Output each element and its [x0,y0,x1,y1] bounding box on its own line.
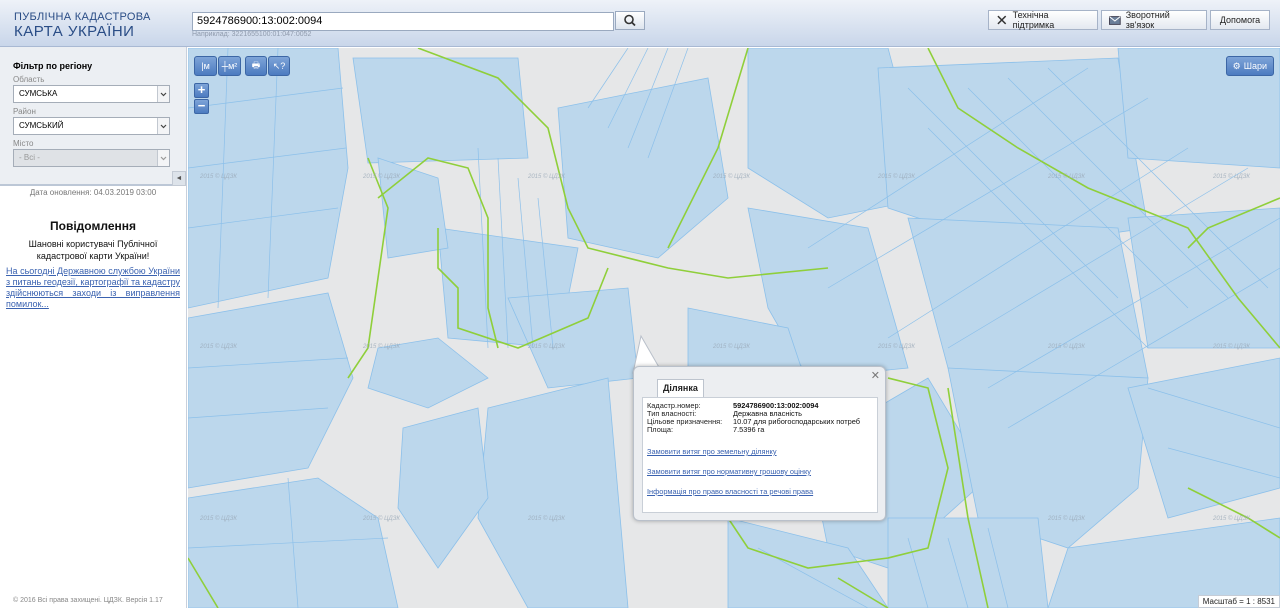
info-row: Площа: 7.5396 га [647,426,873,434]
search-input[interactable] [192,11,614,31]
zoom-in-button[interactable]: + [194,83,209,98]
svg-text:2015 © ЦДЗК: 2015 © ЦДЗК [1212,173,1250,180]
layers-button[interactable]: ⚙ Шари [1225,56,1274,76]
map-parcels: 2015 © ЦДЗК 2015 © ЦДЗК 2015 © ЦДЗК 2015 ©… [188,48,1280,608]
measure-area-button[interactable]: ┼ᴍ² [218,56,241,76]
parcel-info: Кадастр.номер: 5924786900:13:002:0094 Ти… [642,397,878,513]
region-filter: Фільтр по регіону Область СУМСЬКА Район … [0,47,186,186]
svg-text:2015 © ЦДЗК: 2015 © ЦДЗК [1212,515,1250,522]
tab-parcel[interactable]: Ділянка [657,379,704,397]
oblast-select[interactable]: СУМСЬКА [13,85,170,103]
envelope-icon [1109,15,1121,25]
feedback-label: Зворотний зв'язок [1125,10,1170,30]
order-extract-link[interactable]: Замовити витяг про земельну ділянку [647,447,873,456]
raion-label: Район [13,107,36,116]
zoom-out-button[interactable]: − [194,99,209,114]
ownership-info-link[interactable]: Інформація про право власності та речові… [647,487,873,496]
oblast-label: Область [13,75,45,84]
svg-text:2015 © ЦДЗК: 2015 © ЦДЗК [199,515,237,522]
raion-select[interactable]: СУМСЬКИЙ [13,117,170,135]
printer-icon: 🖶 [251,60,261,70]
svg-text:2015 © ЦДЗК: 2015 © ЦДЗК [1047,343,1085,350]
update-date: Дата оновлення: 04.03.2019 03:00 [29,188,157,197]
search-bar [192,11,645,31]
measure-length-button[interactable]: |ᴍ [194,56,217,76]
notice-text: Шановні користувачі Публічної кадастрово… [28,239,158,261]
city-label: Місто [13,139,34,148]
identify-button[interactable]: ↖? [268,56,290,76]
gear-icon: ⚙ [1232,60,1241,71]
layers-label: Шари [1243,61,1267,71]
logo-line2: КАРТА УКРАЇНИ [14,23,135,40]
collapse-sidebar-button[interactable]: ◄ [172,171,186,186]
svg-text:2015 © ЦДЗК: 2015 © ЦДЗК [362,515,400,522]
city-select[interactable]: - Всі - [13,149,170,167]
header: ПУБЛІЧНА КАДАСТРОВА КАРТА УКРАЇНИ Наприк… [0,0,1280,47]
area-icon: ┼ᴍ² [221,61,238,71]
svg-text:2015 © ЦДЗК: 2015 © ЦДЗК [199,173,237,180]
support-label: Технічна підтримка [1012,10,1055,30]
help-label: Допомога [1219,15,1261,25]
notice-link[interactable]: На сьогодні Державною службою України з … [6,266,180,310]
svg-text:2015 © ЦДЗК: 2015 © ЦДЗК [877,173,915,180]
print-button[interactable]: 🖶 [245,56,267,76]
feedback-button[interactable]: Зворотний зв'язок [1101,10,1207,30]
logo-line1: ПУБЛІЧНА КАДАСТРОВА [14,11,151,23]
notice-title: Повідомлення [50,219,136,233]
help-button[interactable]: Допомога [1210,10,1270,30]
scale-indicator: Масштаб = 1 : 8531 [1197,595,1280,608]
svg-text:2015 © ЦДЗК: 2015 © ЦДЗК [1047,515,1085,522]
close-icon[interactable]: ✕ [871,369,880,382]
svg-text:2015 © ЦДЗК: 2015 © ЦДЗК [527,515,565,522]
svg-text:2015 © ЦДЗК: 2015 © ЦДЗК [527,343,565,350]
oblast-value: СУМСЬКА [19,89,58,98]
support-button[interactable]: Технічна підтримка [988,10,1098,30]
svg-text:2015 © ЦДЗК: 2015 © ЦДЗК [1212,343,1250,350]
pointer-question-icon: ↖? [272,60,286,71]
chevron-down-icon [157,118,169,134]
svg-text:2015 © ЦДЗК: 2015 © ЦДЗК [877,343,915,350]
chevron-down-icon [157,86,169,102]
chevron-down-icon [157,150,169,166]
order-valuation-link[interactable]: Замовити витяг про нормативну грошову оц… [647,467,873,476]
filter-title: Фільтр по регіону [13,61,93,71]
site-logo[interactable]: ПУБЛІЧНА КАДАСТРОВА КАРТА УКРАЇНИ [14,11,151,40]
info-value: 7.5396 га [733,425,765,434]
search-button[interactable] [615,11,645,30]
search-example: Наприклад: 3221655100:01:047:0052 [192,31,312,38]
info-key: Площа: [647,425,674,434]
svg-text:2015 © ЦДЗК: 2015 © ЦДЗК [712,343,750,350]
search-icon [624,14,636,27]
svg-text:2015 © ЦДЗК: 2015 © ЦДЗК [712,173,750,180]
map-canvas[interactable]: 2015 © ЦДЗК 2015 © ЦДЗК 2015 © ЦДЗК 2015 ©… [188,48,1280,608]
ruler-icon: |ᴍ [201,61,210,71]
sidebar: Фільтр по регіону Область СУМСЬКА Район … [0,47,187,608]
raion-value: СУМСЬКИЙ [19,121,64,130]
copyright: © 2016 Всі права захищені. ЦДЗК. Версія … [13,597,163,604]
svg-text:2015 © ЦДЗК: 2015 © ЦДЗК [199,343,237,350]
city-value: - Всі - [19,153,40,162]
svg-text:2015 © ЦДЗК: 2015 © ЦДЗК [362,173,400,180]
svg-text:2015 © ЦДЗК: 2015 © ЦДЗК [527,173,565,180]
svg-text:2015 © ЦДЗК: 2015 © ЦДЗК [1047,173,1085,180]
tools-icon [997,15,1007,25]
svg-text:2015 © ЦДЗК: 2015 © ЦДЗК [362,343,400,350]
parcel-popup: ✕ Ділянка Кадастр.номер: 5924786900:13:0… [633,366,886,521]
